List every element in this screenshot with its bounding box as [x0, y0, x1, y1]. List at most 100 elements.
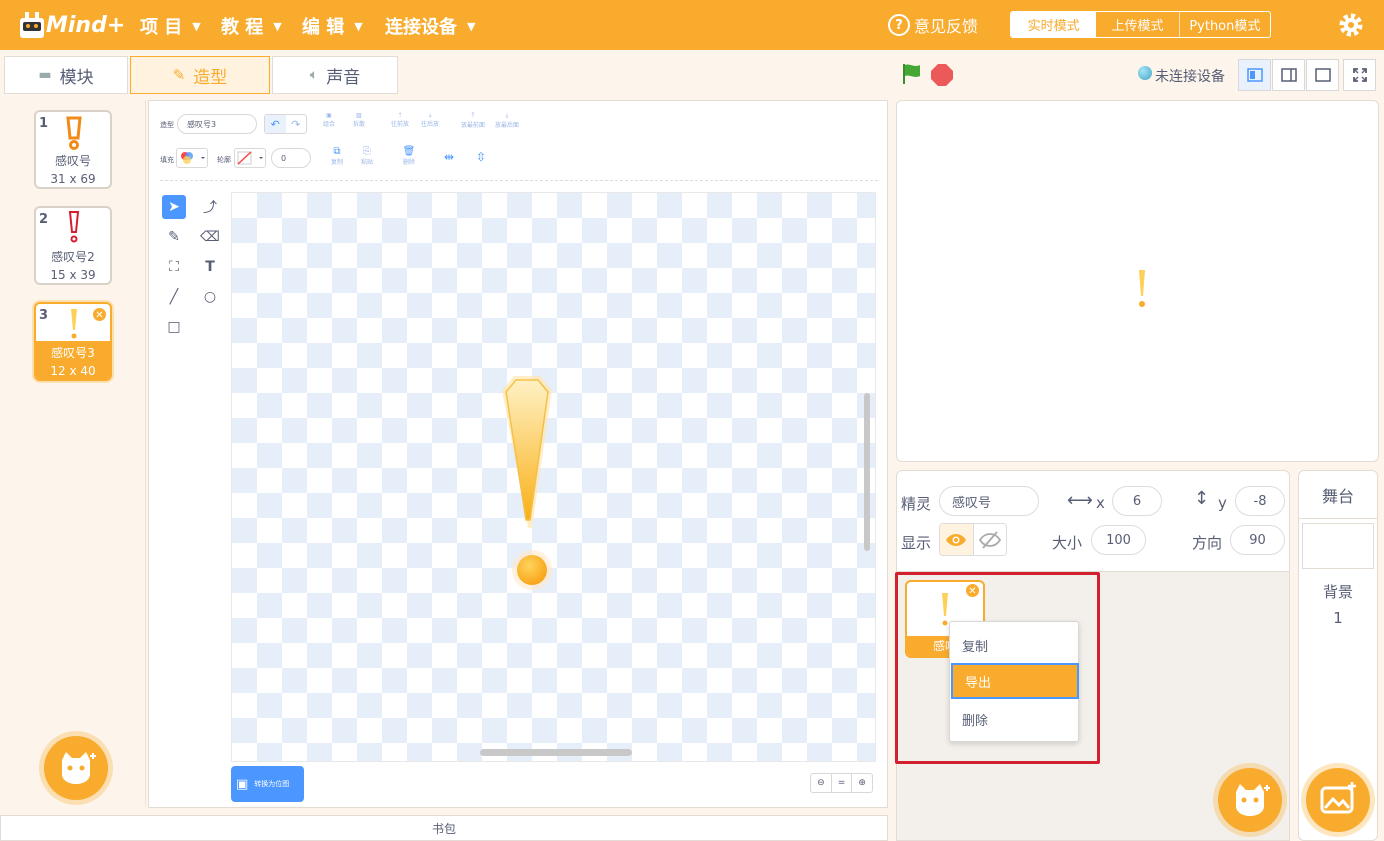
visibility-toggle	[939, 523, 1007, 556]
sprite-name-input[interactable]: 感叹号	[939, 486, 1039, 516]
choose-costume-button[interactable]	[44, 736, 108, 800]
fill-label: 填充	[160, 156, 174, 164]
stage-thumbnail[interactable]	[1302, 523, 1374, 569]
context-delete[interactable]: 删除	[950, 701, 1078, 737]
fullscreen-button[interactable]	[1343, 59, 1376, 91]
circle-tool-icon[interactable]: ○	[198, 285, 222, 309]
horizontal-scrollbar[interactable]	[480, 749, 632, 756]
back-button[interactable]: ⤓ 放最后面	[494, 112, 520, 132]
delete-button[interactable]: 🗑︎ 删除	[398, 146, 420, 166]
button-label: 粘贴	[360, 159, 373, 166]
connection-status: 未连接设备	[1155, 69, 1225, 85]
reshape-tool-icon[interactable]: ⤴	[198, 195, 222, 219]
direction-label: 方向	[1192, 534, 1223, 552]
stage-canvas[interactable]	[896, 100, 1379, 462]
mode-upload[interactable]: 上传模式	[1096, 12, 1180, 37]
small-stage-button[interactable]	[1238, 59, 1271, 91]
menu-connect-device[interactable]: 连接设备 ▼	[385, 13, 475, 39]
green-flag-icon[interactable]	[900, 62, 924, 86]
y-input[interactable]: -8	[1235, 486, 1285, 516]
forward-icon: ⇡	[397, 112, 403, 119]
zoom-reset-icon[interactable]: =	[832, 774, 853, 792]
costume-size: 15 x 39	[50, 268, 96, 282]
menu-tutorial[interactable]: 教 程 ▼	[221, 13, 282, 39]
costume-name-input[interactable]: 感叹号3	[177, 114, 257, 134]
eraser-tool-icon[interactable]: ⌫	[198, 225, 222, 249]
brush-tool-icon[interactable]: ✎	[162, 225, 186, 249]
menu-label: 连接设备	[385, 17, 457, 38]
flip-horizontal-icon[interactable]: ⇹	[444, 150, 454, 164]
mind-plus-logo[interactable]: Mind+	[18, 8, 125, 44]
backward-button[interactable]: ⇣ 往后放	[419, 112, 441, 132]
eye-slash-icon[interactable]	[972, 524, 1006, 555]
button-label: 复制	[330, 159, 343, 166]
back-icon: ⤓	[505, 112, 509, 119]
layout-large-icon	[1314, 68, 1331, 82]
tab-costumes[interactable]: ✎ 造型	[130, 56, 270, 94]
costume-size: 12 x 40	[50, 364, 96, 378]
y-label: y	[1218, 494, 1227, 512]
fill-tool-icon[interactable]: ⛶	[162, 255, 186, 279]
choose-sprite-button[interactable]	[1218, 768, 1282, 832]
large-stage-button[interactable]	[1306, 59, 1339, 91]
outline-color-picker[interactable]	[234, 148, 266, 168]
direction-input[interactable]: 90	[1230, 525, 1285, 555]
vertical-scrollbar[interactable]	[864, 393, 870, 551]
zoom-in-icon[interactable]: ⊕	[852, 774, 872, 792]
show-label: 显示	[901, 534, 932, 552]
undo-icon[interactable]: ↶	[265, 115, 286, 133]
top-bar: Mind+ 项 目 ▼ 教 程 ▼ 编 辑 ▼ 连接设备 ▼ ? 意见反馈 实时模式 上…	[0, 0, 1384, 50]
front-icon: ⤒	[471, 112, 475, 119]
text-tool-icon[interactable]: T	[198, 255, 222, 279]
feedback-button[interactable]: ? 意见反馈	[888, 13, 978, 37]
backward-icon: ⇣	[427, 112, 433, 119]
exclamation-drawing	[502, 376, 552, 590]
costume-number: 1	[39, 116, 49, 131]
convert-bitmap-button[interactable]: ▣ 转换为位图	[231, 766, 304, 802]
layout-normal-icon	[1280, 68, 1297, 82]
ungroup-button[interactable]: ▨ 拆散	[348, 112, 370, 132]
button-label: 往前放	[390, 121, 409, 128]
redo-icon[interactable]: ↷	[286, 115, 307, 133]
normal-stage-button[interactable]	[1272, 59, 1305, 91]
outline-width-input[interactable]: 0	[271, 148, 311, 168]
group-button[interactable]: ▣ 组合	[318, 112, 340, 132]
paste-button[interactable]: ⎘ 粘贴	[356, 146, 378, 166]
front-button[interactable]: ⤒ 放最前面	[460, 112, 486, 132]
costume-item-3[interactable]: 3 ✕ 感叹号3 12 x 40	[34, 302, 112, 381]
choose-backdrop-button[interactable]	[1306, 768, 1370, 832]
costume-name: 感叹号3	[51, 346, 95, 360]
tab-blocks[interactable]: ▬ 模块	[4, 56, 128, 94]
stop-icon[interactable]	[930, 63, 954, 87]
menu-label: 编 辑	[302, 17, 345, 38]
x-input[interactable]: 6	[1112, 486, 1162, 516]
forward-button[interactable]: ⇡ 往前放	[389, 112, 411, 132]
eye-icon[interactable]	[940, 524, 973, 555]
mode-realtime[interactable]: 实时模式	[1011, 12, 1097, 37]
gear-icon[interactable]	[1338, 12, 1364, 38]
logo-text: Mind+	[46, 13, 126, 38]
tab-sounds[interactable]: 🔈︎ 声音	[272, 56, 398, 94]
drawing-canvas[interactable]	[231, 192, 876, 762]
size-input[interactable]: 100	[1091, 525, 1146, 555]
backpack-bar[interactable]: 书包	[0, 815, 888, 841]
fill-color-picker[interactable]	[176, 148, 208, 168]
zoom-out-icon[interactable]: ⊖	[811, 774, 832, 792]
delete-x-icon[interactable]: ✕	[92, 307, 107, 322]
tab-label: 造型	[193, 67, 228, 88]
menu-edit[interactable]: 编 辑 ▼	[302, 13, 363, 39]
horizontal-arrows-icon: ⟷	[1067, 490, 1093, 511]
context-copy[interactable]: 复制	[950, 627, 1078, 663]
menu-project[interactable]: 项 目 ▼	[140, 13, 201, 39]
line-tool-icon[interactable]: ╱	[162, 285, 186, 309]
context-export[interactable]: 导出	[951, 663, 1079, 699]
rectangle-tool-icon[interactable]: □	[162, 315, 186, 339]
costume-item-2[interactable]: 2 感叹号2 15 x 39	[34, 206, 112, 285]
copy-button[interactable]: ⧉ 复制	[326, 146, 348, 166]
exclamation-sprite	[1139, 270, 1145, 307]
mode-python[interactable]: Python模式	[1180, 12, 1270, 37]
connection-status-icon	[1138, 66, 1152, 80]
flip-vertical-icon[interactable]: ⇳	[476, 150, 486, 164]
select-tool-icon[interactable]: ➤	[162, 195, 186, 219]
costume-item-1[interactable]: 1 感叹号 31 x 69	[34, 110, 112, 189]
